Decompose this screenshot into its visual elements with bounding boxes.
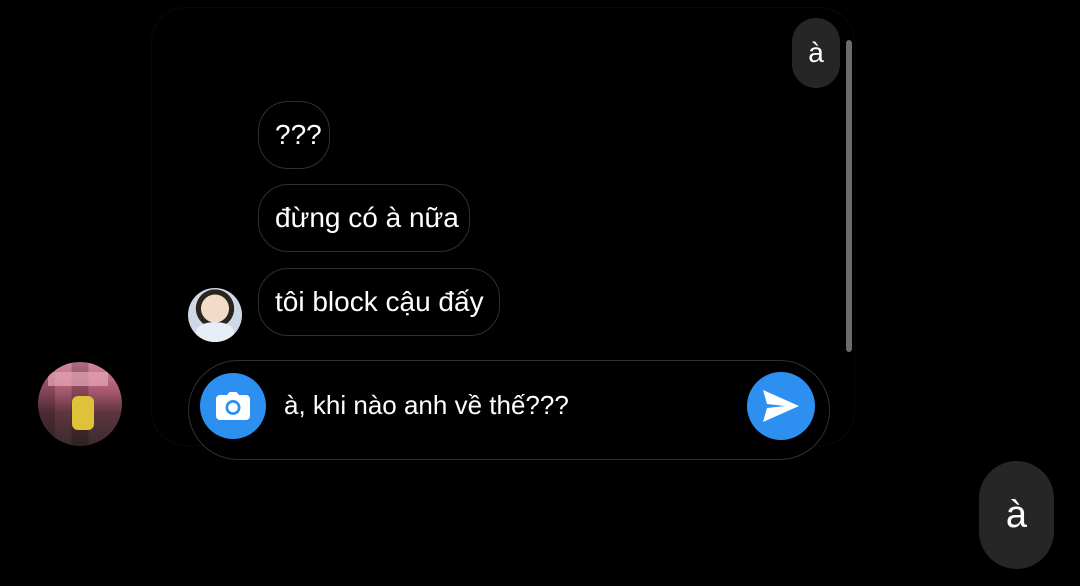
reply-bubble[interactable]: à [979,461,1054,569]
received-message-text: ??? [275,119,322,150]
scrollbar[interactable] [846,40,852,352]
reply-bubble-text: à [1005,493,1028,536]
received-message-bubble[interactable]: tôi block cậu đấy [258,268,500,336]
contact-avatar[interactable] [188,288,242,342]
message-input[interactable]: à, khi nào anh về thế??? [284,390,569,421]
received-message-text: tôi block cậu đấy [275,286,484,317]
send-button[interactable] [747,372,815,440]
sent-message-bubble[interactable]: à [792,18,840,88]
camera-icon [216,392,250,420]
received-message-text: đừng có à nữa [275,202,459,233]
user-avatar[interactable] [38,362,122,446]
received-message-bubble[interactable]: ??? [258,101,330,169]
sent-message-text: à [808,37,824,68]
camera-button[interactable] [200,373,266,439]
received-message-bubble[interactable]: đừng có à nữa [258,184,470,252]
send-icon [763,390,799,422]
